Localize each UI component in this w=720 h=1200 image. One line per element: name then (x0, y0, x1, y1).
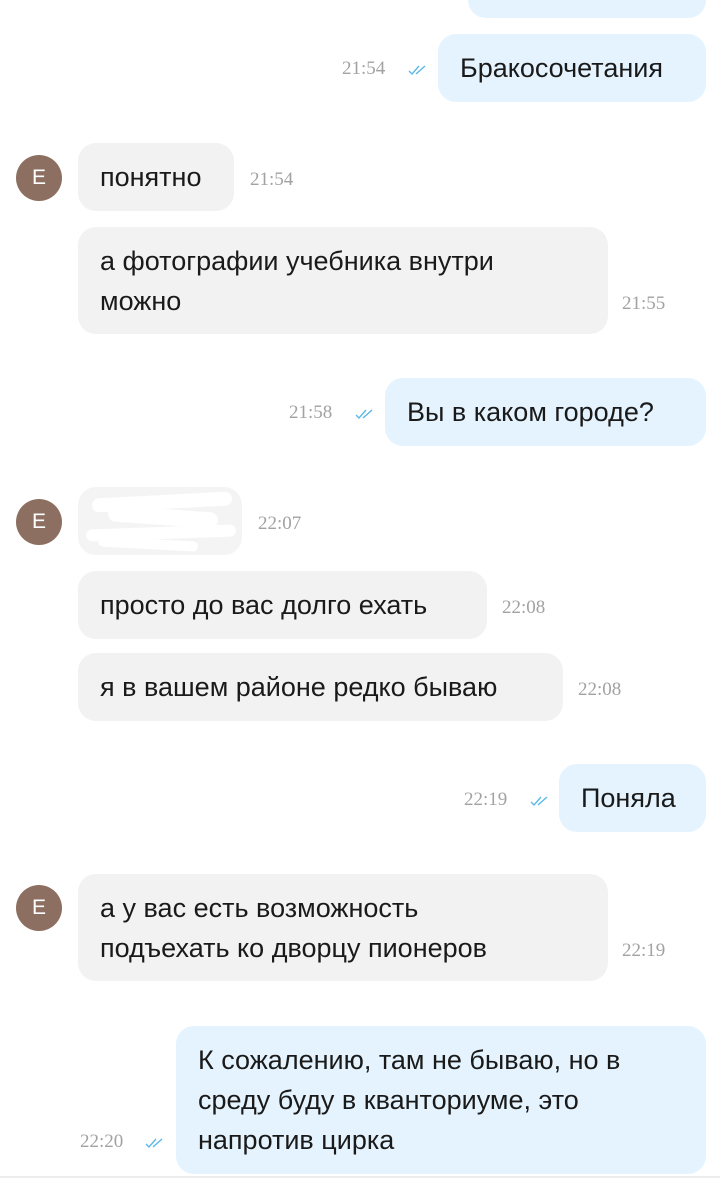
redaction-scribble (78, 487, 242, 555)
message-bubble-incoming[interactable]: а у вас есть возможность подъехать ко дв… (78, 874, 608, 981)
message-text: Бракосочетания (460, 53, 663, 83)
avatar-initial: Е (31, 510, 46, 533)
message-time: 21:54 (342, 58, 386, 79)
message-bubble-outgoing[interactable]: Бракосочетания (438, 34, 706, 102)
message-time: 22:19 (464, 789, 508, 810)
double-check-icon (530, 795, 552, 807)
message-bubble-incoming[interactable]: понятно (78, 143, 234, 211)
avatar-initial: Е (31, 896, 46, 919)
message-time: 21:55 (622, 293, 666, 314)
input-area-divider (0, 1176, 720, 1178)
message-bubble-incoming-redacted[interactable] (78, 487, 242, 555)
message-time: 21:54 (250, 169, 294, 190)
contact-avatar[interactable]: Е (16, 499, 62, 545)
message-bubble-outgoing[interactable]: Поняла (559, 764, 706, 832)
message-text: а у вас есть возможность подъехать ко дв… (100, 893, 488, 963)
message-time: 22:08 (578, 679, 622, 700)
message-text: просто до вас долго ехать (100, 590, 428, 620)
message-text: Поняла (581, 783, 676, 813)
double-check-icon (355, 408, 377, 420)
message-time: 22:19 (622, 940, 666, 961)
message-time: 22:07 (258, 513, 302, 534)
message-time: 22:08 (502, 597, 546, 618)
message-text: а фотографии учебника внутри можно (100, 246, 494, 316)
message-bubble-incoming[interactable]: просто до вас долго ехать (78, 571, 487, 639)
message-time: 21:58 (289, 402, 333, 423)
message-text: К сожалению, там не бываю, но в среду бу… (198, 1045, 621, 1155)
message-bubble-incoming[interactable]: я в вашем районе редко бываю (78, 653, 563, 721)
double-check-icon (145, 1137, 167, 1149)
avatar-initial: Е (31, 166, 46, 189)
message-text: Вы в каком городе? (407, 397, 654, 427)
chat-message-list[interactable]: 21:54 Бракосочетания Е понятно 21:54 а ф… (0, 0, 720, 1200)
message-bubble-outgoing-partial[interactable] (468, 0, 706, 18)
message-bubble-incoming[interactable]: а фотографии учебника внутри можно (78, 227, 608, 334)
contact-avatar[interactable]: Е (16, 885, 62, 931)
message-text: я в вашем районе редко бываю (100, 672, 498, 702)
message-time: 22:20 (80, 1131, 124, 1152)
message-text: понятно (100, 162, 202, 192)
message-bubble-outgoing[interactable]: К сожалению, там не бываю, но в среду бу… (176, 1026, 706, 1174)
double-check-icon (408, 64, 430, 76)
message-bubble-outgoing[interactable]: Вы в каком городе? (385, 378, 706, 446)
contact-avatar[interactable]: Е (16, 155, 62, 201)
